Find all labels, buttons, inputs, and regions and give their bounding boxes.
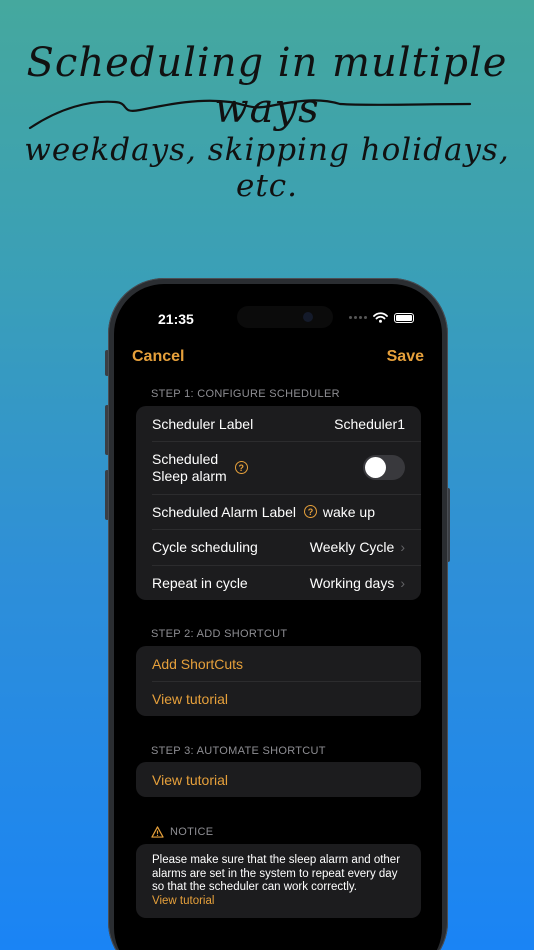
row-label: Scheduler Label: [152, 415, 254, 432]
help-icon[interactable]: ?: [304, 505, 317, 518]
status-time: 21:35: [158, 311, 194, 327]
step2-group: Add ShortCuts View tutorial: [136, 646, 421, 716]
scribble-underline: [28, 99, 472, 130]
phone-frame: 21:35 Cancel Save STEP 1: CONFIGURE SCHE…: [108, 278, 448, 950]
cycle-scheduling-row[interactable]: Cycle scheduling Weekly Cycle ›: [136, 529, 421, 565]
cancel-button[interactable]: Cancel: [132, 348, 184, 366]
step3-header: STEP 3: AUTOMATE SHORTCUT: [151, 745, 326, 757]
dynamic-island: [237, 306, 333, 328]
sleep-alarm-row: Scheduled Sleep alarm ?: [136, 441, 421, 494]
step1-header: STEP 1: CONFIGURE SCHEDULER: [151, 388, 340, 400]
notice-group: Please make sure that the sleep alarm an…: [136, 844, 421, 918]
warning-icon: [151, 826, 164, 838]
repeat-in-cycle-row[interactable]: Repeat in cycle Working days ›: [136, 565, 421, 600]
notice-text: Please make sure that the sleep alarm an…: [152, 854, 401, 893]
alarm-label-row[interactable]: Scheduled Alarm Label ? wake up: [136, 494, 421, 529]
chevron-right-icon: ›: [400, 539, 405, 555]
headline-subtitle: weekdays, skipping holidays, etc.: [24, 132, 510, 204]
row-label: Scheduled Alarm Label: [152, 503, 296, 520]
step1-group: Scheduler Label Scheduler1 Scheduled Sle…: [136, 406, 421, 600]
battery-icon: [394, 312, 414, 323]
row-label: Cycle scheduling: [152, 539, 258, 555]
chevron-right-icon: ›: [400, 574, 405, 591]
notice-header: NOTICE: [151, 826, 213, 838]
cycle-scheduling-value: Weekly Cycle: [309, 539, 395, 555]
notice-view-tutorial-link[interactable]: View tutorial: [152, 895, 405, 909]
view-tutorial-button[interactable]: View tutorial: [136, 681, 421, 716]
sleep-alarm-toggle[interactable]: [363, 455, 405, 480]
step3-group: View tutorial: [136, 762, 421, 797]
scheduler-label-row[interactable]: Scheduler Label Scheduler1: [136, 406, 421, 441]
alarm-label-value[interactable]: wake up: [323, 504, 375, 520]
row-label-line1: Scheduled: [152, 450, 219, 467]
view-tutorial-button[interactable]: View tutorial: [136, 762, 421, 797]
wifi-icon: [373, 312, 388, 323]
row-label: Repeat in cycle: [152, 574, 248, 591]
nav-bar: Cancel Save: [114, 348, 442, 370]
help-icon[interactable]: ?: [234, 461, 248, 474]
scheduler-label-value[interactable]: Scheduler1: [334, 416, 405, 432]
status-icons: [349, 312, 414, 323]
signal-dots-icon: [349, 316, 367, 319]
save-button[interactable]: Save: [387, 348, 424, 366]
repeat-in-cycle-value: Working days: [309, 574, 395, 591]
step2-header: STEP 2: ADD SHORTCUT: [151, 628, 288, 640]
phone-screen: 21:35 Cancel Save STEP 1: CONFIGURE SCHE…: [114, 284, 442, 950]
row-label-line2: Sleep alarm: [152, 467, 227, 484]
notice-title: NOTICE: [170, 826, 214, 838]
add-shortcuts-button[interactable]: Add ShortCuts: [136, 646, 421, 681]
